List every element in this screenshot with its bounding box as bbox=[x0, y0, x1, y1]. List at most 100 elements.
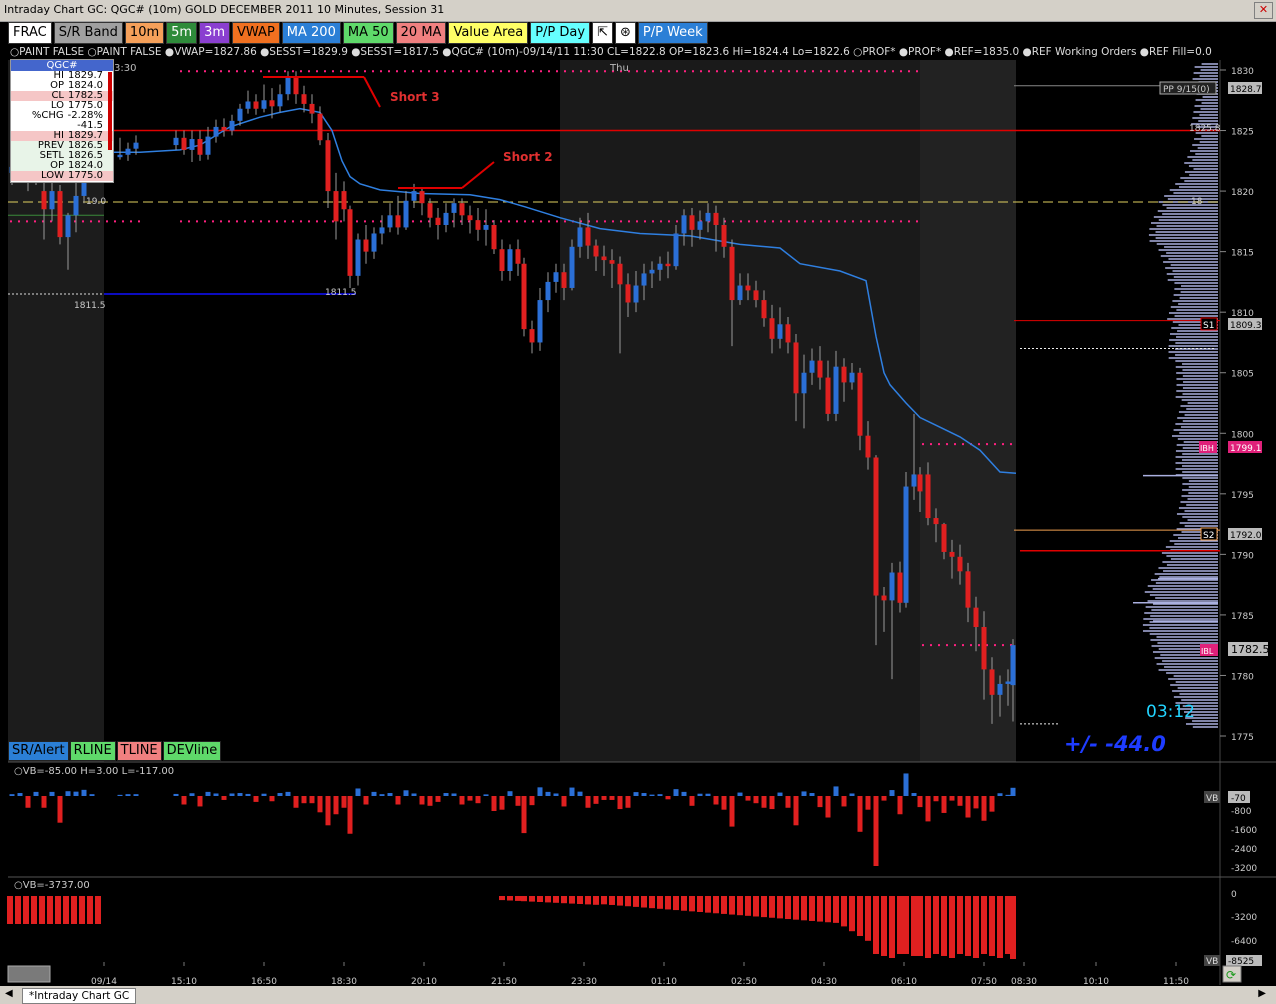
vb-bar bbox=[33, 791, 39, 796]
level-1811-label: 1811.5 bbox=[74, 301, 106, 311]
day-label: Thu bbox=[609, 63, 629, 74]
line-tool-2[interactable]: TLINE bbox=[116, 741, 162, 761]
vb-bar bbox=[633, 792, 639, 796]
cvb-bar bbox=[15, 896, 21, 924]
line-tool-0[interactable]: SR/Alert bbox=[8, 741, 69, 761]
candle-body bbox=[49, 191, 55, 210]
vb-bar bbox=[665, 796, 671, 800]
candle-body bbox=[649, 269, 655, 274]
candle-body bbox=[387, 215, 393, 228]
vb-bar bbox=[379, 794, 385, 796]
cvb-bar bbox=[55, 896, 61, 924]
toolbar-button-13[interactable]: P/P Week bbox=[637, 22, 708, 44]
candle-body bbox=[817, 360, 823, 378]
vb-bar bbox=[903, 773, 909, 796]
candle-body bbox=[841, 366, 847, 383]
bottom-tab-bar: ◀ *Intraday Chart GC ▶ bbox=[0, 986, 1276, 1004]
vb-bar bbox=[125, 794, 131, 796]
vb-bar bbox=[825, 796, 831, 818]
toolbar-button-8[interactable]: 20 MA bbox=[395, 22, 447, 44]
vb-bar bbox=[745, 796, 751, 801]
cvb-bar bbox=[561, 896, 567, 904]
quote-row-label: %CHG bbox=[31, 110, 64, 121]
toolbar-button-4[interactable]: 3m bbox=[199, 22, 231, 44]
vb-bar bbox=[221, 796, 227, 800]
cvb-bar bbox=[911, 896, 917, 956]
quote-change-bar bbox=[108, 72, 112, 150]
scroll-left-button[interactable] bbox=[7, 965, 51, 983]
vb-bar bbox=[181, 796, 187, 805]
vb-bar bbox=[403, 790, 409, 796]
vb-bar bbox=[49, 791, 55, 796]
vb-bar bbox=[911, 793, 917, 796]
cvb-bar bbox=[777, 896, 783, 919]
toolbar-button-9[interactable]: Value Area bbox=[448, 22, 529, 44]
vb-bar bbox=[467, 796, 473, 801]
candle-body bbox=[285, 76, 291, 95]
candle-body bbox=[65, 215, 71, 238]
price-axis-label: 1830 bbox=[1231, 67, 1254, 77]
price-axis-label: 1780 bbox=[1231, 672, 1254, 682]
toolbar-button-2[interactable]: 10m bbox=[124, 22, 165, 44]
price-axis-label: 1790 bbox=[1231, 551, 1254, 561]
candle-body bbox=[761, 300, 767, 319]
vb-bar bbox=[395, 796, 401, 805]
candle-body bbox=[301, 94, 307, 104]
vb-bar bbox=[529, 796, 535, 806]
candle-body bbox=[427, 203, 433, 218]
candle-body bbox=[949, 551, 955, 557]
toolbar-button-3[interactable]: 5m bbox=[166, 22, 198, 44]
candle-body bbox=[997, 683, 1003, 695]
s1-tag: S1 bbox=[1203, 321, 1214, 331]
vb-tag: VB bbox=[1206, 794, 1218, 804]
cvb-bar bbox=[857, 896, 863, 936]
price-axis-label: 1815 bbox=[1231, 249, 1254, 259]
toolbar-button-10[interactable]: P/P Day bbox=[530, 22, 591, 44]
cvb-bar bbox=[753, 896, 759, 917]
level-1825-label: 1825.8 bbox=[1189, 124, 1221, 134]
vb-bar bbox=[515, 796, 521, 806]
candle-body bbox=[475, 220, 481, 230]
vb-bar bbox=[721, 796, 727, 810]
level-1811-label-2: 1811.5 bbox=[325, 288, 357, 298]
cvb-axis-label: -6400 bbox=[1231, 937, 1257, 947]
vb-bar bbox=[881, 796, 887, 801]
cvb-bar bbox=[499, 896, 505, 901]
vb-bar bbox=[317, 796, 323, 813]
cvb-bar bbox=[601, 896, 607, 905]
toolbar-button-6[interactable]: MA 200 bbox=[281, 22, 341, 44]
scroll-right-icon[interactable]: ▶ bbox=[1258, 988, 1266, 999]
toolbar-button-12[interactable]: ⊛ bbox=[614, 22, 636, 44]
line-tool-3[interactable]: DEVline bbox=[162, 741, 222, 761]
candle-body bbox=[801, 372, 807, 394]
vb-bars bbox=[9, 773, 1016, 866]
candle-body bbox=[317, 113, 323, 141]
candle-body bbox=[371, 233, 377, 252]
toolbar-button-1[interactable]: S/R Band bbox=[53, 22, 123, 44]
toolbar-button-7[interactable]: MA 50 bbox=[342, 22, 394, 44]
line-tool-1[interactable]: RLINE bbox=[69, 741, 116, 761]
vb-bar bbox=[737, 792, 743, 796]
vb-bar bbox=[73, 791, 79, 796]
toolbar-button-0[interactable]: FRAC bbox=[8, 22, 52, 44]
toolbar-button-5[interactable]: VWAP bbox=[232, 22, 280, 44]
cvb-bar bbox=[841, 896, 847, 927]
cvb-bar bbox=[553, 896, 559, 903]
candle-body bbox=[419, 191, 425, 204]
candle-body bbox=[459, 203, 465, 216]
vb-bar bbox=[269, 796, 275, 802]
candle-body bbox=[173, 137, 179, 146]
candle-body bbox=[57, 191, 63, 238]
toolbar-button-11[interactable]: ⇱ bbox=[592, 22, 613, 44]
price-axis-label: 1820 bbox=[1231, 188, 1254, 198]
candle-body bbox=[189, 139, 195, 150]
scroll-left-icon[interactable]: ◀ bbox=[5, 988, 13, 999]
candle-body bbox=[641, 273, 647, 286]
candle-body bbox=[933, 518, 939, 525]
cvb-bar bbox=[965, 896, 971, 956]
candle-body bbox=[745, 285, 751, 291]
vb-bar bbox=[617, 796, 623, 810]
vb-bar bbox=[577, 791, 583, 796]
tab-intraday-chart[interactable]: *Intraday Chart GC bbox=[22, 988, 137, 1004]
candle-body bbox=[737, 285, 743, 301]
